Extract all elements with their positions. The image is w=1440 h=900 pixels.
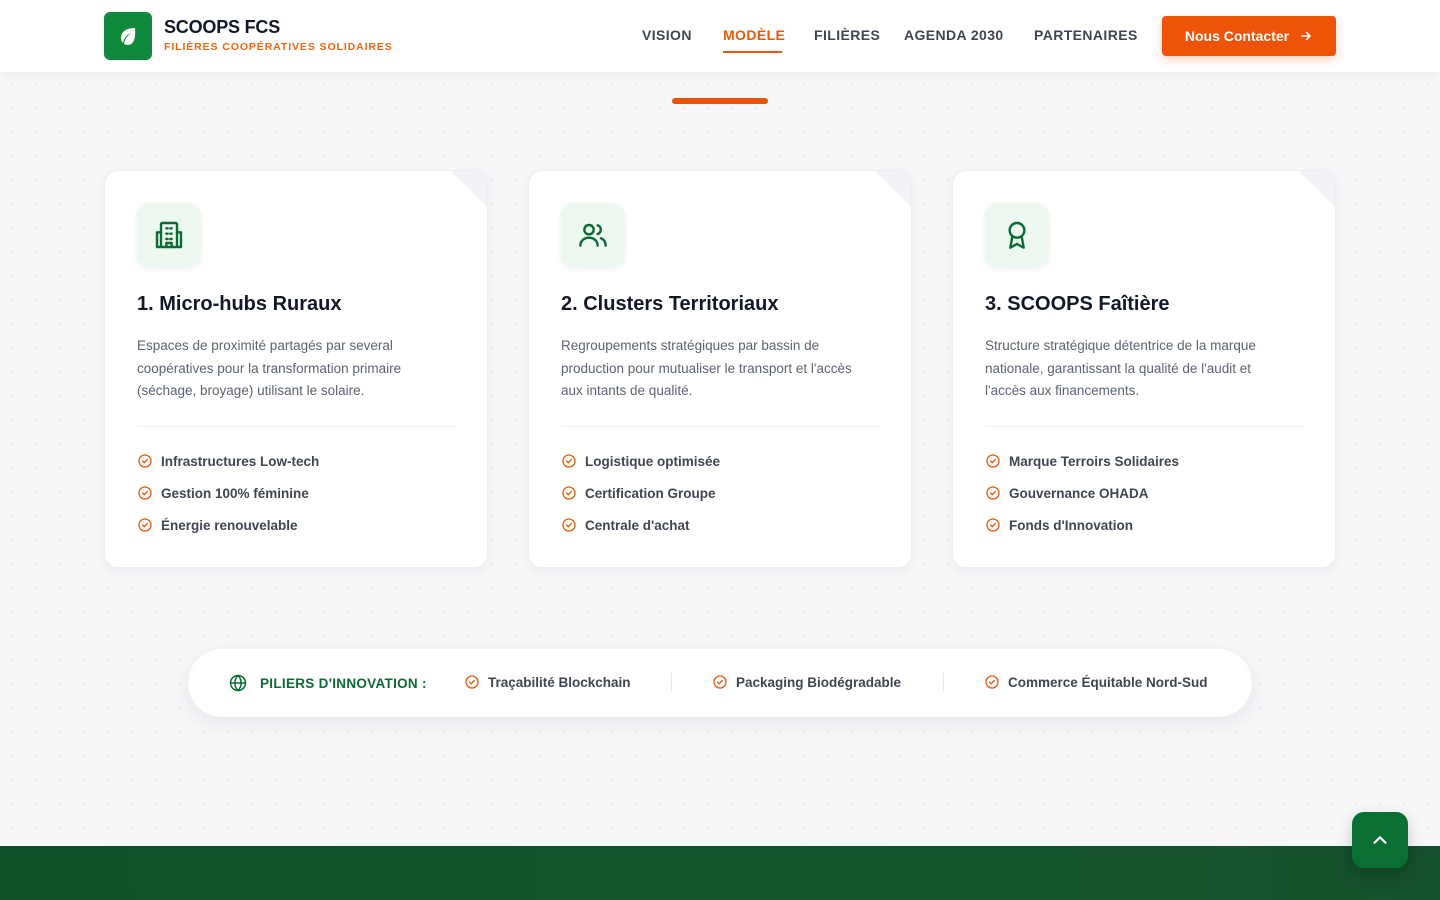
check-circle-icon bbox=[986, 518, 1000, 532]
feature-item: Gouvernance OHADA bbox=[985, 485, 1149, 501]
scroll-to-top-button[interactable] bbox=[1352, 812, 1408, 868]
card-clusters: 2. Clusters Territoriaux Regroupements s… bbox=[528, 170, 912, 568]
card-divider bbox=[561, 426, 881, 427]
pillars-heading: PILIERS D'INNOVATION : bbox=[228, 673, 427, 693]
pillar-item: Commerce Équitable Nord-Sud bbox=[984, 674, 1208, 690]
contact-button-label: Nous Contacter bbox=[1184, 28, 1290, 44]
feature-item: Marque Terroirs Solidaires bbox=[985, 453, 1179, 469]
pillar-divider bbox=[943, 673, 944, 691]
brand-title[interactable]: SCOOPS FCS bbox=[164, 17, 280, 38]
card-title: 1. Micro-hubs Ruraux bbox=[137, 293, 342, 315]
award-icon bbox=[1008, 221, 1026, 249]
nav-partenaires[interactable]: PARTENAIRES bbox=[1034, 27, 1138, 43]
feature-label: Gestion 100% féminine bbox=[161, 485, 309, 501]
card-corner-decoration bbox=[1299, 171, 1335, 207]
feature-item: Centrale d'achat bbox=[561, 517, 690, 533]
card-corner-decoration bbox=[875, 171, 911, 207]
nav-agenda-2030[interactable]: AGENDA 2030 bbox=[904, 27, 1004, 43]
feature-label: Certification Groupe bbox=[585, 485, 716, 501]
leaf-icon bbox=[121, 28, 136, 45]
card-scoops-faitiere: 3. SCOOPS Faîtière Structure stratégique… bbox=[952, 170, 1336, 568]
logo[interactable] bbox=[104, 12, 152, 60]
feature-label: Centrale d'achat bbox=[585, 517, 690, 533]
card-description: Regroupements stratégiques par bassin de… bbox=[561, 338, 852, 398]
feature-item: Énergie renouvelable bbox=[137, 517, 298, 533]
pillar-label: Traçabilité Blockchain bbox=[488, 674, 631, 690]
feature-item: Fonds d'Innovation bbox=[985, 517, 1133, 533]
feature-label: Fonds d'Innovation bbox=[1009, 517, 1133, 533]
brand-subtitle: FILIÈRES COOPÉRATIVES SOLIDAIRES bbox=[164, 41, 393, 53]
pillar-item: Packaging Biodégradable bbox=[712, 674, 901, 690]
nav-filieres[interactable]: FILIÈRES bbox=[814, 27, 880, 43]
feature-label: Marque Terroirs Solidaires bbox=[1009, 453, 1180, 469]
globe-icon bbox=[229, 674, 247, 692]
nav-vision[interactable]: VISION bbox=[642, 27, 692, 43]
check-circle-icon bbox=[138, 454, 152, 468]
card-description: Espaces de proximité partagés par severa… bbox=[137, 338, 402, 398]
nav-active-underline bbox=[723, 51, 782, 53]
feature-label: Énergie renouvelable bbox=[161, 517, 298, 533]
feature-item: Gestion 100% féminine bbox=[137, 485, 309, 501]
card-micro-hubs: 1. Micro-hubs Ruraux Espaces de proximit… bbox=[104, 170, 488, 568]
check-circle-icon bbox=[562, 454, 576, 468]
arrow-right-icon bbox=[1301, 31, 1311, 41]
card-icon-box bbox=[137, 203, 201, 267]
feature-label: Infrastructures Low-tech bbox=[161, 453, 320, 469]
footer-section bbox=[0, 846, 1440, 900]
pillar-divider bbox=[671, 673, 672, 691]
card-description: Structure stratégique détentrice de la m… bbox=[985, 338, 1256, 398]
building-icon bbox=[155, 221, 183, 249]
check-circle-icon bbox=[985, 675, 999, 689]
feature-label: Gouvernance OHADA bbox=[1009, 485, 1149, 501]
check-circle-icon bbox=[562, 486, 576, 500]
check-circle-icon bbox=[986, 454, 1000, 468]
check-circle-icon bbox=[465, 675, 479, 689]
site-header: SCOOPS FCS FILIÈRES COOPÉRATIVES SOLIDAI… bbox=[0, 0, 1440, 72]
feature-item: Logistique optimisée bbox=[561, 453, 720, 469]
contact-button[interactable]: Nous Contacter bbox=[1162, 16, 1336, 56]
pillar-item: Traçabilité Blockchain bbox=[464, 674, 631, 690]
card-title: 2. Clusters Territoriaux bbox=[561, 293, 779, 315]
check-circle-icon bbox=[562, 518, 576, 532]
nav-modele[interactable]: MODÈLE bbox=[723, 27, 785, 43]
feature-item: Certification Groupe bbox=[561, 485, 716, 501]
chevron-up-icon bbox=[1373, 836, 1387, 844]
check-circle-icon bbox=[138, 518, 152, 532]
innovation-pillars-bar: PILIERS D'INNOVATION : Traçabilité Block… bbox=[188, 649, 1252, 717]
card-divider bbox=[137, 426, 457, 427]
check-circle-icon bbox=[986, 486, 1000, 500]
card-icon-box bbox=[985, 203, 1049, 267]
section-accent-bar bbox=[672, 98, 768, 104]
pillars-label: PILIERS D'INNOVATION : bbox=[260, 675, 427, 691]
card-icon-box bbox=[561, 203, 625, 267]
feature-label: Logistique optimisée bbox=[585, 453, 721, 469]
check-circle-icon bbox=[138, 486, 152, 500]
pillar-label: Commerce Équitable Nord-Sud bbox=[1008, 674, 1208, 690]
pillar-label: Packaging Biodégradable bbox=[736, 674, 902, 690]
card-title: 3. SCOOPS Faîtière bbox=[985, 293, 1170, 315]
check-circle-icon bbox=[713, 675, 727, 689]
card-corner-decoration bbox=[451, 171, 487, 207]
card-divider bbox=[985, 426, 1305, 427]
feature-item: Infrastructures Low-tech bbox=[137, 453, 319, 469]
users-icon bbox=[579, 223, 607, 247]
